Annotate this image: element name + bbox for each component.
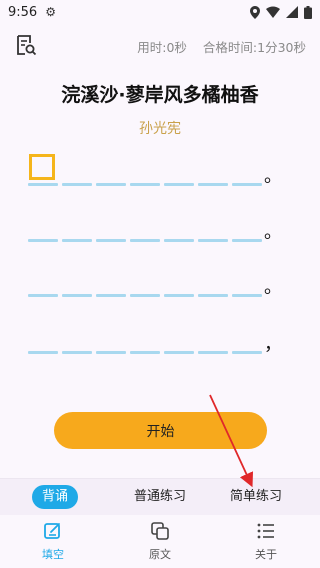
list-icon bbox=[257, 523, 274, 539]
copy-icon bbox=[151, 522, 169, 540]
status-bar: 9:56 ⚙ bbox=[0, 0, 320, 24]
blank-cell[interactable] bbox=[96, 239, 126, 242]
blank-cell[interactable] bbox=[28, 239, 58, 242]
blank-cell[interactable] bbox=[130, 239, 160, 242]
blank-cell[interactable] bbox=[130, 351, 160, 354]
blank-cell[interactable] bbox=[232, 239, 262, 242]
blank-cell[interactable] bbox=[164, 183, 194, 186]
blank-cell[interactable] bbox=[164, 239, 194, 242]
blank-cell[interactable] bbox=[62, 294, 92, 297]
blank-cell[interactable] bbox=[96, 183, 126, 186]
blank-cell[interactable] bbox=[164, 294, 194, 297]
line-punctuation: 。 bbox=[264, 166, 282, 187]
tab-recite[interactable]: 背诵 bbox=[32, 485, 78, 509]
blank-cell[interactable] bbox=[62, 239, 92, 242]
blank-cell[interactable] bbox=[198, 183, 228, 186]
start-button[interactable]: 开始 bbox=[54, 412, 267, 449]
blank-cell[interactable] bbox=[198, 239, 228, 242]
blank-cell[interactable] bbox=[28, 183, 58, 186]
signal-icon bbox=[286, 6, 298, 18]
mode-tab-bar: 背诵 普通练习 简单练习 bbox=[0, 478, 320, 515]
blank-cell[interactable] bbox=[130, 183, 160, 186]
bottom-nav: 填空 原文 关于 bbox=[0, 515, 320, 568]
blank-cell[interactable] bbox=[232, 294, 262, 297]
poem-line: 。 bbox=[28, 202, 298, 243]
blank-cell[interactable] bbox=[96, 294, 126, 297]
poem-line: ， bbox=[28, 314, 298, 355]
active-cell-box[interactable] bbox=[29, 154, 55, 180]
poem-line: 。 bbox=[28, 146, 298, 187]
nav-item-about[interactable]: 关于 bbox=[226, 521, 306, 562]
tab-normal-practice[interactable]: 普通练习 bbox=[128, 485, 192, 509]
line-punctuation: 。 bbox=[264, 277, 282, 298]
blank-cell[interactable] bbox=[62, 183, 92, 186]
edit-square-icon bbox=[44, 523, 60, 539]
settings-gear-icon: ⚙ bbox=[45, 5, 56, 19]
blank-cell[interactable] bbox=[232, 183, 262, 186]
blank-cell[interactable] bbox=[164, 351, 194, 354]
line-punctuation: ， bbox=[264, 334, 282, 355]
blank-cell[interactable] bbox=[232, 351, 262, 354]
nav-label: 原文 bbox=[149, 548, 171, 561]
blank-cell[interactable] bbox=[198, 351, 228, 354]
blank-cell[interactable] bbox=[198, 294, 228, 297]
tab-simple-practice[interactable]: 简单练习 bbox=[224, 485, 288, 509]
wifi-icon bbox=[266, 6, 280, 18]
blank-cell[interactable] bbox=[28, 294, 58, 297]
blank-cell[interactable] bbox=[62, 351, 92, 354]
header-row: 用时:0秒 合格时间:1分30秒 bbox=[0, 34, 320, 58]
poem-title: 浣溪沙·蓼岸风多橘柚香 bbox=[61, 84, 259, 106]
pass-time: 合格时间:1分30秒 bbox=[202, 40, 306, 55]
battery-icon bbox=[304, 5, 312, 19]
nav-label: 填空 bbox=[42, 548, 64, 561]
poem-line: 。 bbox=[28, 257, 298, 298]
poem-author: 孙光宪 bbox=[139, 121, 181, 137]
nav-item-fill-blank[interactable]: 填空 bbox=[13, 521, 93, 562]
location-icon bbox=[250, 5, 260, 19]
timers: 用时:0秒 合格时间:1分30秒 bbox=[137, 37, 306, 56]
line-punctuation: 。 bbox=[264, 222, 282, 243]
document-search-icon[interactable] bbox=[15, 34, 37, 56]
elapsed-time: 用时:0秒 bbox=[137, 40, 187, 55]
nav-label: 关于 bbox=[255, 548, 277, 561]
blank-cell[interactable] bbox=[28, 351, 58, 354]
blank-cell[interactable] bbox=[130, 294, 160, 297]
status-time: 9:56 bbox=[8, 4, 38, 20]
nav-item-original-text[interactable]: 原文 bbox=[120, 521, 200, 562]
blank-cell[interactable] bbox=[96, 351, 126, 354]
